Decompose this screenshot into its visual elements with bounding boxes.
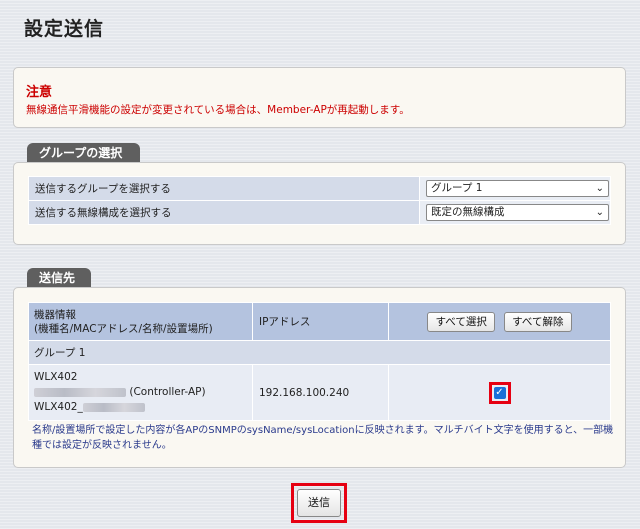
table-header-row: 機器情報 (機種名/MACアドレス/名称/設置場所) IPアドレス すべて選択 … (28, 302, 611, 341)
device-checkbox[interactable]: ✓ (493, 386, 506, 399)
ip-address-header: IPアドレス (252, 302, 389, 341)
group-row: グループ 1 (28, 340, 611, 365)
page-title: 設定送信 (24, 18, 105, 40)
send-button-highlight: 送信 (291, 483, 347, 523)
wireless-config-select[interactable]: 既定の無線構成 ⌄ (426, 204, 609, 221)
group-select-table: 送信するグループを選択する グループ 1 ⌄ 送信する無線構成を選択する 既定の… (28, 176, 611, 225)
snmp-note: 名称/設置場所で設定した内容が各APのSNMPのsysName/sysLocat… (32, 425, 614, 451)
wireless-config-row: 送信する無線構成を選択する 既定の無線構成 ⌄ (28, 200, 611, 225)
send-button[interactable]: 送信 (297, 489, 341, 517)
destination-panel: 機器情報 (機種名/MACアドレス/名称/設置場所) IPアドレス すべて選択 … (13, 287, 626, 468)
table-row: WLX402 (Controller-AP) WLX402_ 192.168.1… (28, 364, 611, 421)
device-info-header: 機器情報 (機種名/MACアドレス/名称/設置場所) (28, 302, 253, 341)
select-all-button[interactable]: すべて選択 (427, 311, 495, 332)
check-icon: ✓ (495, 386, 504, 398)
device-info-cell: WLX402 (Controller-AP) WLX402_ (28, 364, 253, 421)
group-select-panel: 送信するグループを選択する グループ 1 ⌄ 送信する無線構成を選択する 既定の… (13, 162, 626, 245)
group-select[interactable]: グループ 1 ⌄ (426, 180, 609, 197)
device-ip: 192.168.100.240 (252, 364, 389, 421)
destination-table: 機器情報 (機種名/MACアドレス/名称/設置場所) IPアドレス すべて選択 … (28, 302, 611, 421)
group-section-tab: グループの選択 (27, 143, 140, 163)
chevron-down-icon: ⌄ (595, 183, 604, 194)
notice-panel: 注意 無線通信平滑機能の設定が変更されている場合は、Member-APが再起動し… (13, 67, 626, 128)
destination-section-tab: 送信先 (27, 268, 91, 288)
notice-text: 無線通信平滑機能の設定が変更されている場合は、Member-APが再起動します。 (26, 104, 410, 116)
wireless-config-value: 既定の無線構成 (431, 206, 505, 218)
group-row-label: グループ 1 (28, 340, 611, 365)
wireless-config-label: 送信する無線構成を選択する (28, 200, 420, 225)
redacted-name (82, 402, 145, 412)
group-select-label: 送信するグループを選択する (28, 176, 420, 201)
notice-title: 注意 (26, 85, 53, 100)
device-checkbox-highlight: ✓ (488, 381, 511, 404)
device-model: WLX402 (34, 371, 78, 383)
device-name-prefix: WLX402_ (34, 401, 83, 413)
group-select-row: 送信するグループを選択する グループ 1 ⌄ (28, 176, 611, 201)
group-select-value: グループ 1 (431, 182, 483, 194)
chevron-down-icon: ⌄ (595, 207, 604, 218)
deselect-all-button[interactable]: すべて解除 (504, 311, 572, 332)
redacted-mac (34, 387, 126, 397)
device-role: (Controller-AP) (129, 386, 206, 398)
